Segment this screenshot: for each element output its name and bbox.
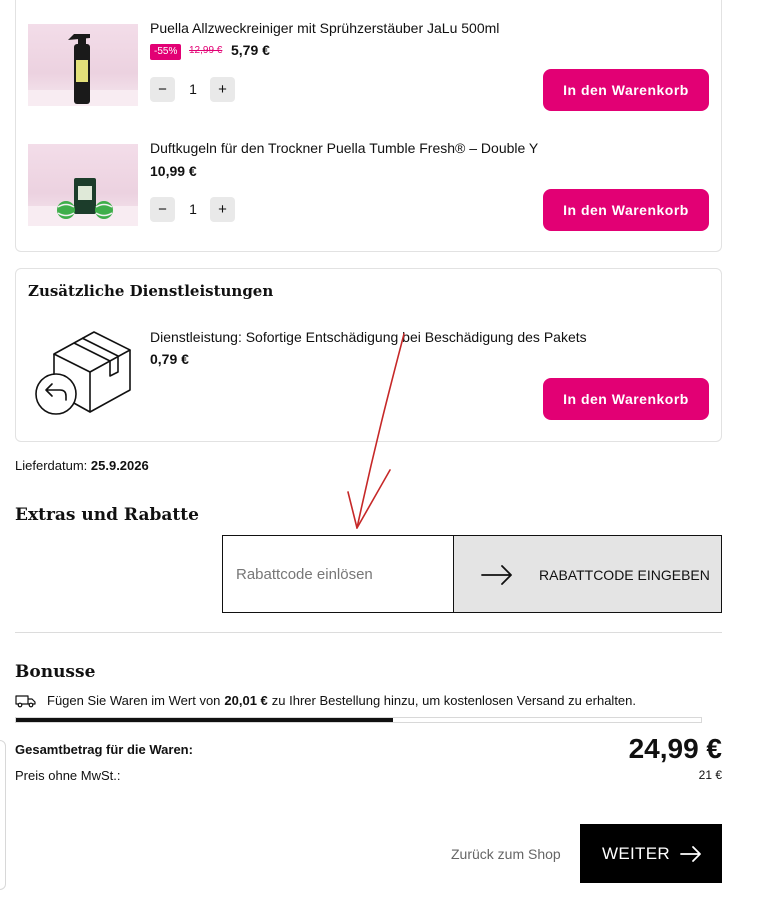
- quantity-value: 1: [189, 81, 197, 97]
- product-name[interactable]: Puella Allzweckreiniger mit Sprühzerstäu…: [150, 20, 499, 36]
- back-to-shop-link[interactable]: Zurück zum Shop: [451, 846, 561, 862]
- bonus-text-after: zu Ihrer Bestellung hinzu, um kostenlose…: [271, 693, 636, 708]
- quantity-decrease-button[interactable]: −: [150, 197, 175, 222]
- add-to-cart-button[interactable]: In den Warenkorb: [543, 189, 709, 231]
- product-price: 10,99 €: [150, 163, 197, 179]
- delivery-date-value: 25.9.2026: [90, 458, 149, 473]
- quantity-value: 1: [189, 201, 197, 217]
- service-name: Dienstleistung: Sofortige Entschädigung …: [150, 329, 587, 345]
- product-image-dryer-balls[interactable]: [28, 144, 138, 226]
- spray-bottle-image: [28, 34, 138, 106]
- delivery-date: Lieferdatum: 25.9.2026: [15, 458, 149, 473]
- free-shipping-progress: [15, 717, 702, 723]
- parcel-return-icon: [30, 328, 134, 423]
- add-service-to-cart-button[interactable]: In den Warenkorb: [543, 378, 709, 420]
- add-to-cart-button[interactable]: In den Warenkorb: [543, 69, 709, 111]
- coupon-code-input[interactable]: [222, 535, 454, 613]
- old-price: 12,99 €: [189, 45, 223, 56]
- net-price-value: 21 €: [698, 768, 722, 782]
- services-heading: Zusätzliche Dienstleistungen: [28, 282, 274, 300]
- progress-fill: [16, 718, 393, 722]
- arrow-right-icon: [481, 565, 512, 585]
- net-price-label: Preis ohne MwSt.:: [15, 768, 121, 783]
- product-price: 5,79 €: [231, 42, 270, 58]
- product-name[interactable]: Duftkugeln für den Trockner Puella Tumbl…: [150, 140, 538, 156]
- delivery-label: Lieferdatum:: [15, 458, 88, 473]
- bonus-text-before: Fügen Sie Waren im Wert von: [47, 693, 221, 708]
- continue-button[interactable]: WEITER: [580, 824, 722, 883]
- dryer-balls-image: [28, 178, 138, 226]
- apply-coupon-label: RABATTCODE EINGEBEN: [539, 567, 710, 583]
- continue-label: WEITER: [602, 844, 670, 863]
- total-value: 24,99 €: [628, 733, 722, 764]
- product-image-spray-bottle[interactable]: [28, 24, 138, 106]
- free-shipping-message: Fügen Sie Waren im Wert von 20,01 € zu I…: [15, 693, 636, 708]
- quantity-increase-button[interactable]: +: [210, 197, 235, 222]
- quantity-decrease-button[interactable]: −: [150, 77, 175, 102]
- bonuses-heading: Bonusse: [15, 662, 96, 682]
- extras-heading: Extras und Rabatte: [15, 505, 199, 525]
- section-divider: [15, 632, 722, 633]
- discount-badge: -55%: [150, 44, 182, 60]
- quantity-increase-button[interactable]: +: [210, 77, 235, 102]
- total-label: Gesamtbetrag für die Waren:: [15, 742, 193, 757]
- arrow-right-icon: [680, 846, 701, 862]
- apply-coupon-button[interactable]: RABATTCODE EINGEBEN: [453, 535, 722, 613]
- bonus-amount: 20,01 €: [224, 693, 268, 708]
- service-price: 0,79 €: [150, 351, 189, 367]
- truck-icon: [15, 694, 36, 707]
- side-feedback-tab[interactable]: [0, 740, 6, 890]
